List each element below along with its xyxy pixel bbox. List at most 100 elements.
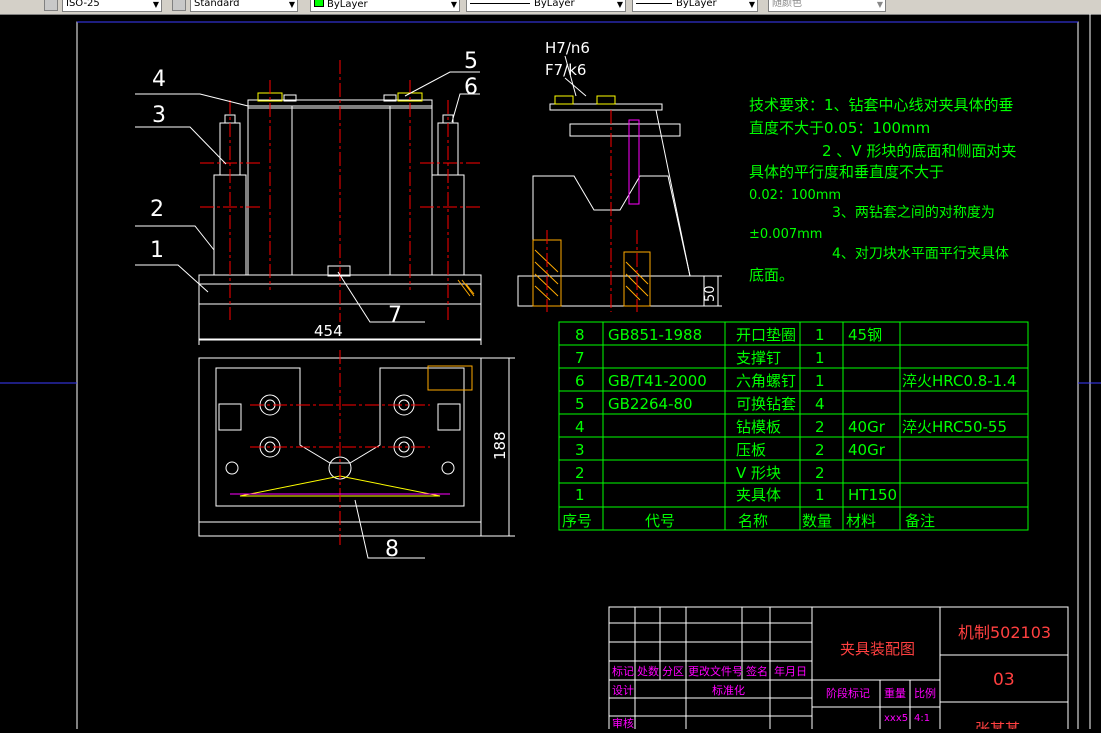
drawing-canvas[interactable]: 454 4 3 2 1 7 50 H7/n6 F7/k6 5 6 188 8 技… [0,14,1101,733]
dimension-50-label: 50 [703,285,718,302]
side-hatch [534,249,649,301]
chevron-down-icon: ▼ [288,0,295,9]
tb-drawing-number: 机制502103 [958,623,1051,642]
parts-cell: 淬火HRC0.8-1.4 [902,372,1017,390]
tb-label-change-doc: 更改文件号 [688,664,743,678]
callout-4: 4 [152,67,166,92]
parts-cell: 2 [815,418,825,436]
parts-cell: 4 [815,395,825,413]
tech-req-line-7: ±0.007mm [749,227,822,242]
parts-cell: 可换钻套 [736,395,796,413]
drawing-svg: 454 4 3 2 1 7 50 H7/n6 F7/k6 5 6 188 8 技… [0,14,1101,733]
parts-header: 代号 [645,512,675,530]
color-value: ByLayer [327,0,368,10]
tb-label-date: 年月日 [774,664,807,678]
chevron-down-icon: ▼ [450,0,457,9]
callout-7: 7 [388,303,402,328]
chevron-down-icon: ▼ [876,0,883,9]
technical-requirements: 技术要求：1、钻套中心线对夹具体的垂 直度不大于0.05：100mm 2 、V … [749,96,1016,284]
tech-req-line-3: 2 、V 形块的底面和侧面对夹 [822,142,1016,160]
tb-label-design: 设计 [612,684,634,697]
parts-header: 材料 [846,512,876,530]
tb-label-count: 处数 [637,665,659,678]
parts-cell: 2 [815,441,825,459]
front-leaders [135,93,425,323]
tb-sheet: 03 [993,670,1015,690]
tb-label-mark: 标记 [612,664,634,678]
chevron-down-icon: ▼ [748,0,755,9]
dimstyle-value: ISO-25 [66,0,100,9]
tb-scale-value: 4:1 [914,713,930,724]
parts-cell: 6 [575,372,585,390]
chevron-down-icon: ▼ [616,0,623,9]
callout-3: 3 [152,103,166,128]
parts-cell: GB851-1988 [608,326,702,344]
parts-cell: 支撑钉 [736,349,781,367]
parts-cell: 7 [575,349,585,367]
tb-label-stage-mark: 阶段标记 [826,686,870,700]
tech-req-line-2: 直度不大于0.05：100mm [749,119,930,137]
parts-cell: GB/T41-2000 [608,372,707,390]
dimension-188-label: 188 [491,431,509,460]
lineweight-value: ByLayer [676,0,717,9]
tech-req-line-9: 底面。 [749,266,794,284]
dimstyle-icon[interactable] [44,0,58,11]
parts-cell: 压板 [736,441,766,459]
parts-cell: 40Gr [848,441,886,459]
parts-cell: 1 [815,349,825,367]
tb-drawing-name: 夹具装配图 [840,640,915,658]
parts-cell: 夹具体 [736,486,781,504]
parts-cell: 开口垫圈 [736,326,796,344]
color-select[interactable]: ByLayer ▼ [310,0,460,12]
parts-header: 备注 [905,512,935,530]
tb-label-signature: 签名 [746,664,768,678]
fit-f7k6: F7/k6 [545,61,586,79]
tablestyle-select[interactable]: Standard ▼ [190,0,298,12]
lineweight-select[interactable]: ByLayer ▼ [632,0,758,12]
front-centerlines [200,60,480,322]
parts-cell: 1 [575,486,585,504]
linetype-select[interactable]: ByLayer ▼ [466,0,626,12]
parts-cell: GB2264-80 [608,395,693,413]
parts-header: 数量 [802,512,832,530]
tb-bottom-right: 张某某 [975,720,1020,729]
parts-cell: 2 [815,464,825,482]
tablestyle-value: Standard [194,0,240,9]
tb-label-review: 审核 [612,716,634,729]
tb-label-scale: 比例 [914,686,936,700]
linetype-sample-icon [470,2,530,4]
parts-cell: 六角螺钉 [736,372,796,390]
parts-cell: 40Gr [848,418,886,436]
plotstyle-value: 随颜色 [772,0,802,9]
linetype-value: ByLayer [534,0,575,9]
tech-req-line-4: 具体的平行度和垂直度不大于 [749,163,944,181]
parts-cell: 钻模板 [736,418,781,436]
color-swatch-icon [314,0,324,7]
parts-cell: 1 [815,372,825,390]
parts-cell: 45钢 [848,326,882,344]
tb-weight-value: xxx5 [884,713,908,724]
top-centerlines [250,350,430,545]
tb-label-zone: 分区 [662,665,684,678]
tablestyle-icon[interactable] [172,0,186,11]
callout-2: 2 [150,197,164,222]
tech-req-line-5: 0.02：100mm [749,188,841,203]
callout-5: 5 [464,49,478,74]
properties-toolbar: ISO-25 ▼ Standard ▼ ByLayer ▼ ByLayer ▼ ByLa… [0,0,1101,15]
title-block-labels: 标记 处数 分区 更改文件号 签名 年月日 设计 标准化 审核 阶段标记 重量 … [612,664,936,730]
tech-req-line-8: 4、对刀块水平面平行夹具体 [832,246,1009,262]
parts-cell: 2 [575,464,585,482]
plotstyle-select[interactable]: 随颜色 ▼ [768,0,886,12]
dimstyle-select[interactable]: ISO-25 ▼ [62,0,162,12]
parts-cell: 5 [575,395,585,413]
tech-req-line-1: 技术要求：1、钻套中心线对夹具体的垂 [749,96,1014,114]
dimension-454-label: 454 [314,322,343,340]
parts-cell: HT150 [848,486,897,504]
fit-h7n6: H7/n6 [545,39,590,57]
parts-header: 序号 [562,512,592,530]
tech-req-line-6: 3、两钻套之间的对称度为 [832,205,995,221]
callout-1: 1 [150,238,164,263]
parts-cell: V 形块 [736,464,781,482]
callout-8: 8 [385,537,399,562]
parts-cell: 1 [815,326,825,344]
